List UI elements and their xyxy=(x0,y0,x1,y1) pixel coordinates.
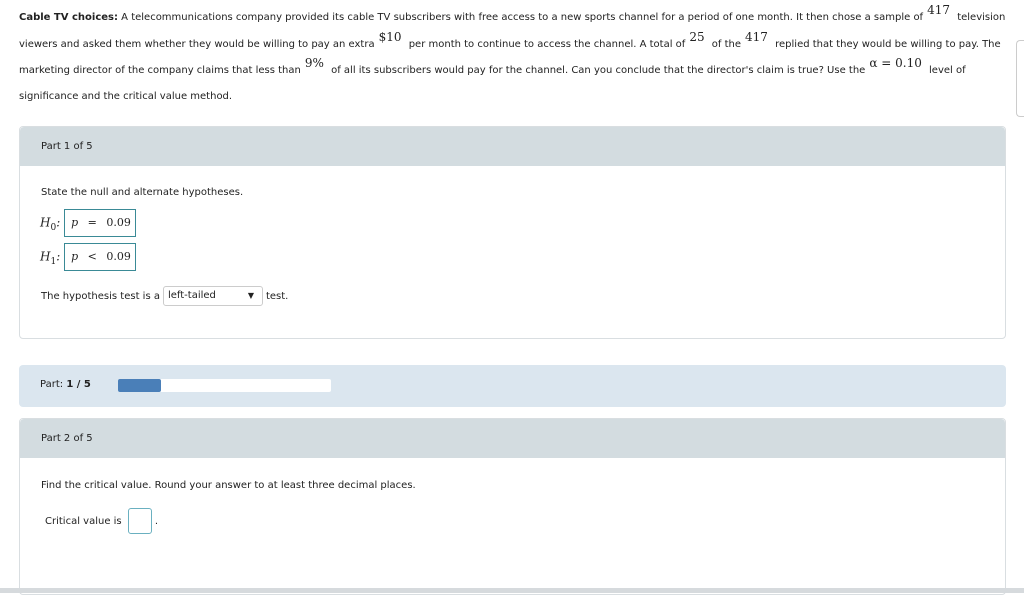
sample-size-2: 417 xyxy=(745,29,768,44)
q-text: of the xyxy=(711,38,742,50)
test-pre: The hypothesis test is a xyxy=(41,291,160,302)
critical-value-label: Critical value is xyxy=(45,516,122,527)
h0-sub: 0 xyxy=(50,222,57,233)
h0-label: H xyxy=(40,215,51,230)
progress-bar xyxy=(118,379,331,392)
h1-value: 0.09 xyxy=(106,250,131,263)
answer-suffix: . xyxy=(154,516,159,527)
critical-value-input[interactable] xyxy=(127,508,152,534)
claim-percent: 9% xyxy=(304,56,324,70)
test-post: test. xyxy=(265,291,289,302)
bottom-bar xyxy=(0,588,1024,593)
progress-label-text: Part: xyxy=(40,379,64,390)
alpha-value: α = 0.10 xyxy=(869,56,922,70)
h0-row: H0: p = 0.09 xyxy=(40,209,137,237)
q-text: of all its subscribers would pay for the… xyxy=(331,65,866,76)
side-tab[interactable] xyxy=(1016,40,1024,117)
h0-value: 0.09 xyxy=(106,216,131,229)
h1-row: H1: p < 0.09 xyxy=(40,243,137,271)
part2-instruction: Find the critical value. Round your answ… xyxy=(41,480,416,491)
h1-operator: < xyxy=(87,250,97,263)
test-type-row: The hypothesis test is a left-tailed ▼ test… xyxy=(41,286,288,306)
question-text: Cable TV choices: A telecommunications c… xyxy=(19,3,1009,109)
test-type-value: left-tailed xyxy=(167,290,216,301)
sample-size: 417 xyxy=(927,3,950,17)
h1-input[interactable]: p < 0.09 xyxy=(64,243,137,271)
h0-operator: = xyxy=(87,216,97,229)
h1-sub: 1 xyxy=(50,256,57,267)
q-text: per month to continue to access the chan… xyxy=(408,38,686,50)
test-type-select[interactable]: left-tailed ▼ xyxy=(162,286,263,306)
q-text: A telecommunications company provided it… xyxy=(121,12,924,23)
part1-header: Part 1 of 5 xyxy=(20,127,1005,166)
progress-fill xyxy=(118,379,161,392)
h1-label: H xyxy=(40,249,51,264)
part1-panel: Part 1 of 5 State the null and alternate… xyxy=(19,126,1006,339)
progress-panel: Part: 1 / 5 xyxy=(19,365,1006,407)
progress-value: 1 / 5 xyxy=(66,379,91,390)
h0-symbol: p xyxy=(71,216,79,229)
question-title: Cable TV choices: xyxy=(19,12,118,23)
price: $10 xyxy=(378,29,402,44)
part2-panel: Part 2 of 5 Find the critical value. Rou… xyxy=(19,418,1006,595)
dropdown-arrow-icon: ▼ xyxy=(247,291,254,300)
h1-symbol: p xyxy=(71,250,79,263)
critical-value-row: Critical value is . xyxy=(45,508,158,534)
progress-label: Part: 1 / 5 xyxy=(40,379,91,390)
success-count: 25 xyxy=(689,29,705,44)
part1-instruction: State the null and alternate hypotheses. xyxy=(41,187,244,198)
part2-header: Part 2 of 5 xyxy=(20,419,1005,458)
h0-input[interactable]: p = 0.09 xyxy=(64,209,137,237)
